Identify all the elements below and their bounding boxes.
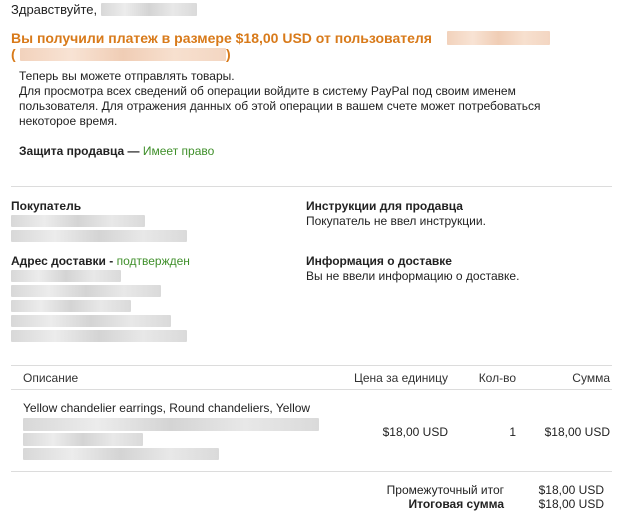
total-label: Итоговая сумма: [408, 497, 504, 511]
intro-line-1: Теперь вы можете отправлять товары.: [19, 69, 235, 83]
redacted-address-line-5: [11, 330, 187, 342]
intro-line-4: некоторое время.: [19, 114, 118, 128]
greeting-text: Здравствуйте,: [11, 2, 98, 17]
redacted-address-line-1: [11, 270, 121, 282]
redacted-sender-name: [447, 31, 550, 45]
redacted-item-details-1: [23, 418, 319, 431]
delivery-info-value: Вы не ввели информацию о доставке.: [306, 269, 520, 283]
seller-instructions-label: Инструкции для продавца: [306, 199, 463, 213]
table-top-border: [11, 365, 612, 366]
header-divider-left: [11, 389, 311, 390]
buyer-label: Покупатель: [11, 199, 82, 213]
greeting: Здравствуйте,: [11, 2, 97, 17]
redacted-recipient-name: [101, 3, 197, 16]
seller-instructions-value: Покупатель не ввел инструкции.: [306, 214, 486, 228]
intro-line-2: Для просмотра всех сведений об операции …: [19, 84, 516, 98]
header-description: Описание: [23, 371, 79, 385]
payment-headline: Вы получили платеж в размере $18,00 USD …: [11, 30, 432, 46]
header-qty: Кол-во: [478, 371, 516, 385]
seller-protection-status: Имеет право: [142, 144, 215, 158]
redacted-address-line-3: [11, 300, 131, 312]
redacted-sender-email: [20, 48, 226, 61]
redacted-item-details-2: [23, 433, 143, 446]
header-unit-price: Цена за единицу: [353, 371, 448, 385]
delivery-info-label: Информация о доставке: [306, 254, 452, 268]
item-amount: $18,00 USD: [544, 425, 610, 439]
header-divider-right: [311, 389, 612, 390]
redacted-address-line-2: [11, 285, 161, 297]
item-qty: 1: [509, 425, 516, 439]
subtotal-label: Промежуточный итог: [386, 483, 504, 497]
shipping-address-status: подтвержден: [116, 254, 190, 268]
table-bottom-border: [11, 471, 612, 472]
paren-close: ): [226, 46, 231, 62]
shipping-address-label: Адрес доставки -: [11, 254, 114, 268]
seller-protection: Защита продавца — Имеет право: [19, 144, 214, 158]
paren-open: (: [11, 46, 16, 62]
intro-line-3: пользователя. Для отражения данных об эт…: [19, 99, 541, 113]
total-value: $18,00 USD: [538, 497, 604, 511]
redacted-address-line-4: [11, 315, 171, 327]
seller-protection-label: Защита продавца —: [19, 144, 140, 158]
divider-top: [11, 186, 612, 187]
redacted-item-details-3: [23, 448, 219, 460]
header-amount: Сумма: [572, 371, 610, 385]
redacted-buyer-email: [11, 230, 187, 242]
item-unit-price: $18,00 USD: [382, 425, 448, 439]
subtotal-value: $18,00 USD: [538, 483, 604, 497]
shipping-address-heading: Адрес доставки - подтвержден: [11, 254, 190, 268]
item-description: Yellow chandelier earrings, Round chande…: [23, 401, 311, 415]
redacted-buyer-name: [11, 215, 145, 227]
